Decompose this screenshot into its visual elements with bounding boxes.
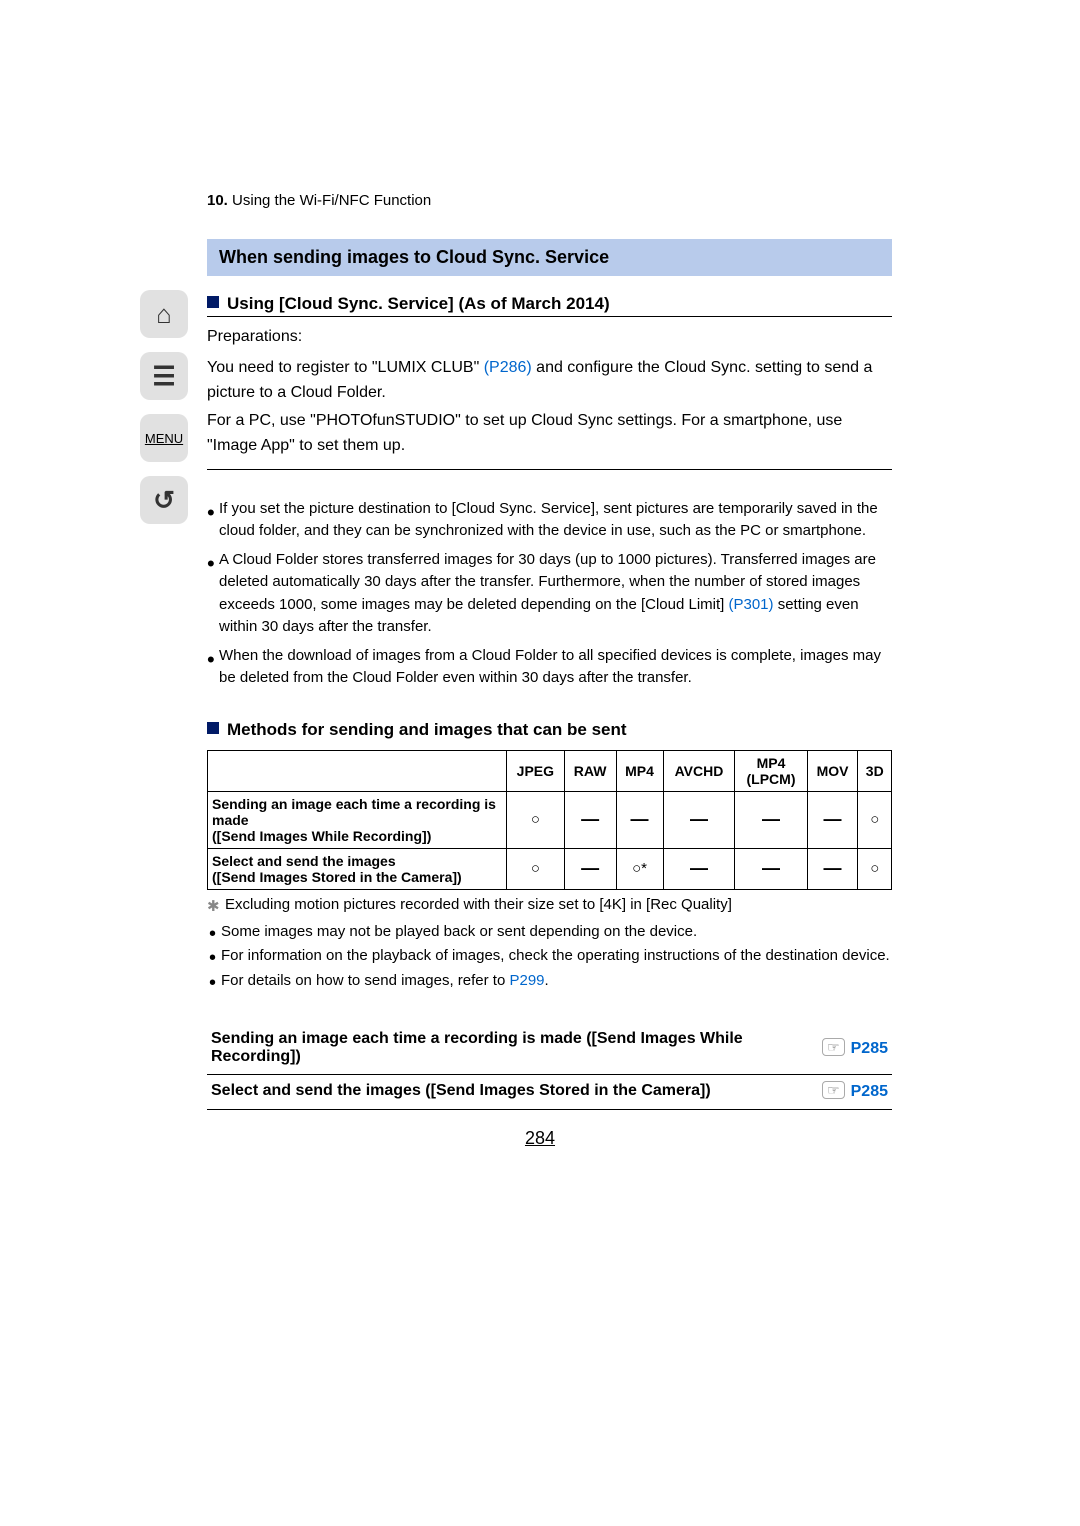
- cell: —: [616, 791, 663, 848]
- col-raw: RAW: [564, 750, 616, 791]
- cell: —: [807, 848, 858, 889]
- home-icon[interactable]: ⌂: [140, 290, 188, 338]
- col-mov: MOV: [807, 750, 858, 791]
- jump-row-2[interactable]: Select and send the images ([Send Images…: [207, 1075, 892, 1110]
- tnote-1: Some images may not be played back or se…: [207, 921, 892, 946]
- preparations-box: Preparations: You need to register to "L…: [207, 316, 892, 470]
- jump-rows: Sending an image each time a recording i…: [207, 1024, 892, 1110]
- col-avchd: AVCHD: [663, 750, 735, 791]
- col-mp4-lpcm: MP4 (LPCM): [735, 750, 807, 791]
- tnote-2: For information on the playback of image…: [207, 945, 892, 970]
- col-jpeg: JPEG: [507, 750, 565, 791]
- prep-intro-1a: You need to register to "LUMIX CLUB": [207, 359, 484, 376]
- chapter-number: 10.: [207, 192, 228, 209]
- format-table: JPEG RAW MP4 AVCHD MP4 (LPCM) MOV 3D Sen…: [207, 750, 892, 890]
- jump-ref[interactable]: ☞P285: [810, 1081, 888, 1101]
- menu-button[interactable]: MENU: [140, 414, 188, 462]
- tnote-3: For details on how to send images, refer…: [207, 970, 892, 995]
- link-p299[interactable]: P299: [509, 972, 544, 989]
- note-1: If you set the picture destination to [C…: [207, 498, 892, 549]
- cell: ○: [858, 848, 892, 889]
- cell: —: [735, 791, 807, 848]
- row-label-2: Select and send the images ([Send Images…: [208, 848, 507, 889]
- cell: —: [735, 848, 807, 889]
- col-mp4: MP4: [616, 750, 663, 791]
- cell: ○: [507, 848, 565, 889]
- preparations-label: Preparations:: [207, 325, 892, 350]
- back-icon[interactable]: ↺: [140, 476, 188, 524]
- star-footnote: ✱ Excluding motion pictures recorded wit…: [207, 896, 892, 913]
- breadcrumb: 10. Using the Wi-Fi/NFC Function: [207, 192, 892, 209]
- square-bullet-icon: [207, 722, 219, 734]
- link-p301[interactable]: (P301): [729, 596, 774, 613]
- cell: —: [564, 848, 616, 889]
- prep-intro-2: For a PC, use "PHOTOfunSTUDIO" to set up…: [207, 409, 892, 459]
- table-row: Sending an image each time a recording i…: [208, 791, 892, 848]
- note-2: A Cloud Folder stores transferred images…: [207, 549, 892, 645]
- side-nav: ⌂ ☰ MENU ↺: [140, 290, 196, 538]
- cell: ○: [858, 791, 892, 848]
- jump-row-1[interactable]: Sending an image each time a recording i…: [207, 1024, 892, 1075]
- notes-list: If you set the picture destination to [C…: [207, 498, 892, 696]
- link-p286[interactable]: (P286): [484, 359, 532, 376]
- jump-text: Select and send the images ([Send Images…: [211, 1082, 711, 1100]
- page-number: 284: [0, 1128, 1080, 1149]
- square-bullet-icon: [207, 296, 219, 308]
- table-notes-list: Some images may not be played back or se…: [207, 921, 892, 995]
- table-header-row: JPEG RAW MP4 AVCHD MP4 (LPCM) MOV 3D: [208, 750, 892, 791]
- note-3: When the download of images from a Cloud…: [207, 645, 892, 696]
- cell: ○*: [616, 848, 663, 889]
- asterisk-icon: ✱: [207, 897, 220, 915]
- chapter-title: Using the Wi-Fi/NFC Function: [232, 192, 431, 209]
- toc-icon[interactable]: ☰: [140, 352, 188, 400]
- content-column: 10. Using the Wi-Fi/NFC Function When se…: [207, 192, 892, 1110]
- pointer-icon: ☞: [822, 1081, 845, 1099]
- cell: —: [564, 791, 616, 848]
- row-label-1: Sending an image each time a recording i…: [208, 791, 507, 848]
- jump-text: Sending an image each time a recording i…: [211, 1030, 810, 1066]
- table-row: Select and send the images ([Send Images…: [208, 848, 892, 889]
- page: ⌂ ☰ MENU ↺ 10. Using the Wi-Fi/NFC Funct…: [0, 0, 1080, 1526]
- cell: —: [663, 791, 735, 848]
- pointer-icon: ☞: [822, 1038, 845, 1056]
- cell: ○: [507, 791, 565, 848]
- section-heading: When sending images to Cloud Sync. Servi…: [207, 239, 892, 276]
- cell: —: [807, 791, 858, 848]
- subheading-methods: Methods for sending and images that can …: [207, 720, 892, 740]
- col-3d: 3D: [858, 750, 892, 791]
- subheading-using: Using [Cloud Sync. Service] (As of March…: [207, 294, 892, 314]
- jump-ref[interactable]: ☞P285: [810, 1038, 888, 1058]
- cell: —: [663, 848, 735, 889]
